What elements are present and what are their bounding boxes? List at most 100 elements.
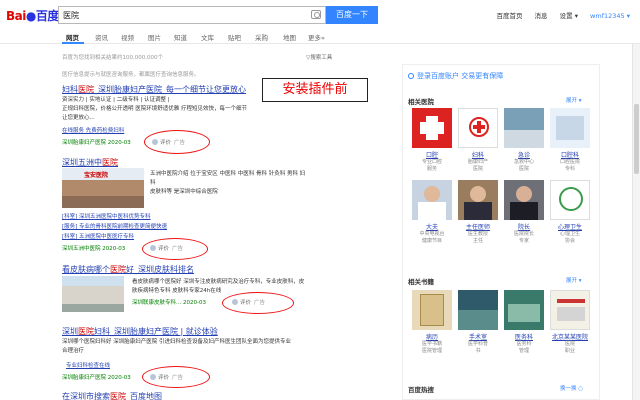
result-title[interactable]: 在深圳市搜索医院_百度地图 — [62, 391, 162, 400]
highlight-ellipse — [142, 238, 208, 260]
top-link-settings[interactable]: 设置 ▾ — [560, 12, 578, 20]
result-sublink[interactable]: [服务] 专业的骨科医院前期检查更简便快速 — [62, 222, 167, 230]
book-desc: 医学书籍 医院管理 — [421, 341, 442, 354]
result-title[interactable]: 看皮肤病哪个医院好_深圳皮肤科排名 — [62, 264, 194, 275]
scroll-thumb[interactable] — [634, 104, 639, 174]
result-title[interactable]: 深圳五洲中医院 — [62, 157, 118, 168]
search-tabs: 网页 资讯 视频 图片 知道 文库 贴吧 采购 地图 更多» — [0, 30, 640, 44]
active-tab-indicator — [62, 42, 84, 44]
result-title[interactable]: 妇科医院_深圳胎康妇产医院_每一个细节让您更放心 — [62, 84, 246, 95]
tab-zhidao[interactable]: 知道 — [174, 32, 187, 42]
book-image[interactable] — [504, 290, 544, 330]
hospital-desc: 急救中心 医院 — [513, 159, 534, 172]
refresh-button[interactable]: 换一换 ○ — [560, 384, 583, 392]
book-desc: 医学科普 书 — [467, 341, 488, 354]
book-name[interactable]: 手术室 — [456, 332, 500, 341]
tab-tieba[interactable]: 贴吧 — [228, 32, 241, 42]
result-source: 深圳胎康妇产医院 2020-03 — [62, 375, 131, 381]
result-source: 深圳五洲中医院 2020-03 — [62, 246, 126, 252]
hospital-desc: 专业口腔 服务 — [421, 159, 442, 172]
hospital-image[interactable] — [458, 108, 498, 148]
result-thumbnail[interactable]: 宝安医院 — [62, 168, 144, 208]
person-image[interactable] — [504, 180, 544, 220]
tab-news[interactable]: 资讯 — [95, 32, 108, 42]
highlight-ellipse — [142, 366, 210, 388]
hospital-name[interactable]: 急诊 — [502, 150, 546, 159]
tab-purchase[interactable]: 采购 — [255, 32, 268, 42]
scrollbar[interactable] — [632, 44, 640, 400]
person-name[interactable]: 心理卫生 — [548, 222, 592, 231]
book-image[interactable] — [550, 290, 590, 330]
book-image[interactable] — [458, 290, 498, 330]
result-thumbnail[interactable] — [62, 276, 124, 312]
result-sublink[interactable]: [科室] 深圳五洲医院中医科优势专科 — [62, 212, 151, 220]
hospital-image[interactable] — [504, 108, 544, 148]
tab-images[interactable]: 图片 — [148, 32, 161, 42]
result-title[interactable]: 深圳医院妇科_深圳胎康妇产医院 | 就诊体验 — [62, 326, 218, 337]
hospital-desc: 胎康妇产 医院 — [467, 159, 488, 172]
baidu-logo[interactable]: Bai●百度 — [6, 7, 59, 24]
result-snippet: 深圳哪个医院妇科好 深圳胎康妇产医院 引进妇科检查设备及妇产科医生团队全面为您提… — [62, 339, 291, 354]
tab-more[interactable]: 更多» — [308, 32, 325, 42]
login-prompt[interactable]: 登录百度账户 交易更有保障 — [408, 71, 503, 81]
highlight-ellipse — [222, 292, 294, 314]
result-snippet: 五洲中医院介绍 位于宝安区 中医科 中医科 骨科 针灸科 男科 妇科 皮肤科等 … — [150, 171, 306, 195]
result-sublink[interactable]: [科室] 五洲医院中医医疗专科 — [62, 232, 134, 240]
page: Bai●百度 百度一下 百度首页 消息 设置 ▾ wmf12345 ▾ 网页 资… — [0, 0, 640, 400]
result-source: 深圳胎康妇产医院 2020-03 — [62, 140, 131, 146]
book-desc: 医院 职业 — [564, 341, 575, 354]
person-name[interactable]: 院长 — [502, 222, 546, 231]
shield-icon — [408, 73, 414, 79]
section-title: 相关书籍 — [408, 278, 434, 286]
result-sublink[interactable]: 在线服务 先费药检费妇科 — [62, 126, 124, 134]
expand-link[interactable]: 展开 ▾ — [566, 96, 582, 104]
search-input[interactable] — [63, 8, 303, 22]
expand-link[interactable]: 展开 ▾ — [566, 276, 582, 284]
book-image[interactable] — [412, 290, 452, 330]
section-title: 相关医院 — [408, 98, 434, 106]
tab-video[interactable]: 视频 — [121, 32, 134, 42]
results-count: 百度为您找到相关结果约100,000,000个 — [62, 55, 163, 61]
book-name[interactable]: 病历 — [410, 332, 454, 341]
top-link-messages[interactable]: 消息 — [535, 12, 548, 20]
top-links: 百度首页 消息 设置 ▾ wmf12345 ▾ — [486, 10, 630, 20]
top-link-home[interactable]: 百度首页 — [496, 12, 522, 20]
logo-text-du: 百度 — [35, 9, 60, 23]
camera-icon[interactable] — [311, 10, 321, 19]
book-desc: 医务科 管理 — [516, 341, 532, 354]
thumb-brand: 宝安医院 — [84, 172, 109, 179]
search-button[interactable]: 百度一下 — [326, 6, 378, 24]
hospital-desc: 口腔医院 专科 — [559, 159, 580, 172]
user-menu[interactable]: wmf12345 ▾ — [590, 12, 630, 20]
header: Bai●百度 百度一下 百度首页 消息 设置 ▾ wmf12345 ▾ — [0, 0, 640, 30]
tab-wenku[interactable]: 文库 — [201, 32, 214, 42]
result-sublink[interactable]: 专业妇科检查在线 — [66, 361, 110, 369]
person-desc: 医生教授 主任 — [467, 231, 488, 244]
highlight-ellipse — [144, 130, 210, 154]
person-image[interactable] — [412, 180, 452, 220]
hospital-name[interactable]: 妇科 — [456, 150, 500, 159]
book-name[interactable]: 北京某某医院 — [548, 332, 592, 341]
tab-web[interactable]: 网页 — [66, 32, 79, 42]
hospital-image[interactable] — [412, 108, 452, 148]
hospital-name[interactable]: 口腔 — [410, 150, 454, 159]
person-image[interactable] — [550, 180, 590, 220]
medical-notice: 医疗信息提示与就医咨询服务，都属医疗查询信息服务。 — [62, 72, 200, 78]
search-tools[interactable]: ▽搜索工具 — [306, 53, 332, 61]
person-image[interactable] — [458, 180, 498, 220]
hot-search-title: 百度热搜 — [408, 386, 434, 394]
person-desc: 中央电视台 健康节目 — [419, 231, 445, 244]
person-name[interactable]: 大夫 — [410, 222, 454, 231]
hospital-name[interactable]: 口腔科 — [548, 150, 592, 159]
paw-icon: ● — [25, 9, 36, 23]
hospital-image[interactable] — [550, 108, 590, 148]
person-name[interactable]: 主任医师 — [456, 222, 500, 231]
search-box — [58, 6, 326, 24]
book-name[interactable]: 医务科 — [502, 332, 546, 341]
result-source: 深圳联康皮肤专科... 2020-03 — [132, 300, 206, 306]
person-desc: 心理卫生 协会 — [559, 231, 580, 244]
person-desc: 医院院长 专家 — [513, 231, 534, 244]
tab-map[interactable]: 地图 — [283, 32, 296, 42]
logo-text-bai: Bai — [6, 9, 26, 23]
annotation-label: 安装插件前 — [262, 78, 368, 102]
